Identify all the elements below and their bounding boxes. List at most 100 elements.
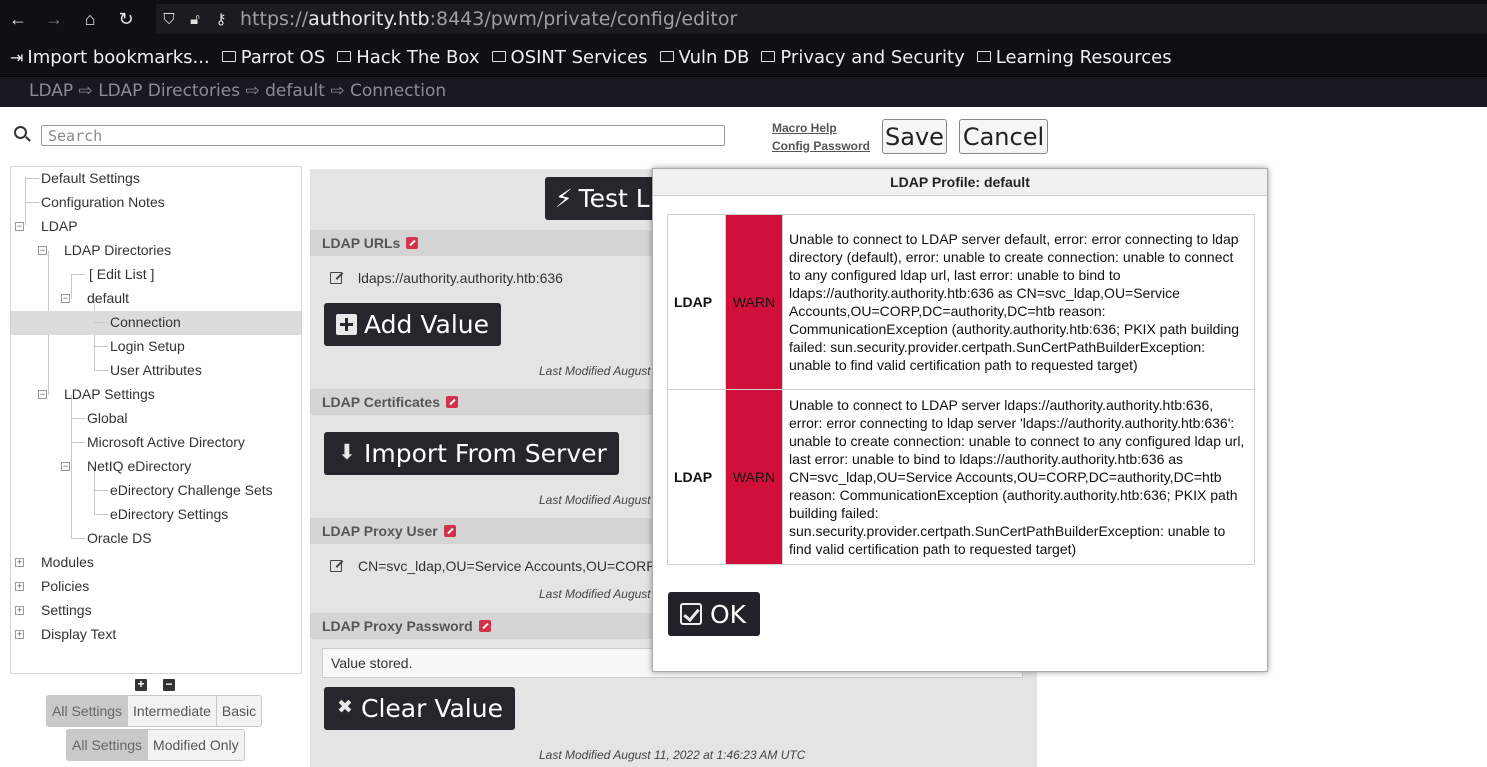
folder-icon (976, 50, 991, 62)
ldap-profile-dialog: LDAP Profile: default LDAP WARN Unable t… (652, 168, 1268, 672)
expand-icon[interactable]: + (15, 606, 24, 615)
modified-icon[interactable] (406, 237, 419, 249)
section-title: LDAP Proxy User (322, 523, 438, 539)
import-from-server-button[interactable]: Import From Server (324, 432, 619, 475)
collapse-icon[interactable]: − (61, 462, 70, 471)
tree-item-configuration-notes[interactable]: Configuration Notes (11, 191, 301, 215)
tree-item-label: NetIQ eDirectory (87, 458, 192, 474)
modified-icon[interactable] (443, 525, 456, 537)
collapse-all-button[interactable]: − (163, 678, 175, 691)
page-header: LDAP ⇨ LDAP Directories ⇨ default ⇨ Conn… (0, 76, 1487, 107)
tree-expand-controls: + − (135, 678, 175, 691)
collapse-icon[interactable]: − (38, 390, 47, 399)
collapse-icon[interactable]: − (38, 246, 47, 255)
tree-item-connection[interactable]: Connection (11, 311, 301, 335)
config-password-link[interactable]: Config Password (772, 139, 870, 153)
edit-icon[interactable] (330, 560, 342, 572)
search-input[interactable] (41, 125, 725, 146)
bookmark-label: Privacy and Security (780, 46, 965, 68)
browser-toolbar: ← → ⌂ ↻ ⛉ 🔓︎ ⚷ https://authority.htb:844… (0, 0, 1487, 38)
bookmark-import[interactable]: ⇥ Import bookmarks... (10, 47, 210, 68)
bookmark-learning-resources[interactable]: Learning Resources (976, 47, 1172, 68)
ldap-url-value[interactable]: ldaps://authority.authority.htb:636 (358, 270, 563, 286)
filter-all-settings-modified[interactable]: All Settings (67, 730, 148, 760)
section-title: LDAP URLs (322, 235, 401, 251)
tree-item-oracle-ds[interactable]: Oracle DS (11, 527, 301, 551)
result-name: LDAP (667, 389, 726, 565)
tree-item-default-settings[interactable]: Default Settings (11, 167, 301, 191)
collapse-icon[interactable]: − (61, 294, 70, 303)
settings-tree: Default Settings Configuration Notes − L… (10, 166, 302, 674)
tree-item-microsoft-ad[interactable]: Microsoft Active Directory (11, 431, 301, 455)
tree-item-ldap-directories[interactable]: − LDAP Directories (11, 239, 301, 263)
tree-item-label: Microsoft Active Directory (87, 434, 245, 450)
tree-item-edit-list[interactable]: [ Edit List ] (11, 263, 301, 287)
tree-item-user-attributes[interactable]: User Attributes (11, 359, 301, 383)
back-arrow-icon[interactable]: ← (0, 0, 36, 38)
edit-icon[interactable] (330, 272, 342, 284)
tree-item-display-text[interactable]: + Display Text (11, 623, 301, 647)
status-badge: WARN (725, 389, 783, 565)
section-title: LDAP Certificates (322, 394, 441, 410)
bookmark-parrot-os[interactable]: Parrot OS (221, 47, 325, 68)
folder-icon (761, 50, 776, 62)
reload-icon[interactable]: ↻ (108, 0, 144, 38)
tree-item-modules[interactable]: + Modules (11, 551, 301, 575)
tree-item-label: Modules (41, 554, 94, 570)
url-text[interactable]: https://authority.htb:8443/pwm/private/c… (240, 8, 737, 30)
status-badge: WARN (725, 214, 783, 390)
tree-item-edirectory-settings[interactable]: eDirectory Settings (11, 503, 301, 527)
expand-icon[interactable]: + (15, 558, 24, 567)
address-bar[interactable]: ⛉ 🔓︎ ⚷ https://authority.htb:8443/pwm/pr… (156, 4, 1487, 34)
tree-item-settings[interactable]: + Settings (11, 599, 301, 623)
modified-filter: All Settings Modified Only (66, 729, 245, 761)
clear-value-button[interactable]: Clear Value (324, 687, 515, 730)
tree-item-policies[interactable]: + Policies (11, 575, 301, 599)
add-value-label: Add Value (364, 310, 489, 339)
macro-help-link[interactable]: Macro Help (772, 121, 837, 135)
tree-item-netiq-edirectory[interactable]: − NetIQ eDirectory (11, 455, 301, 479)
filter-basic[interactable]: Basic (215, 696, 261, 726)
results-table: LDAP WARN Unable to connect to LDAP serv… (667, 214, 1255, 565)
modified-icon[interactable] (446, 396, 459, 408)
tree-item-ldap[interactable]: − LDAP (11, 215, 301, 239)
modified-icon[interactable] (478, 620, 491, 632)
bookmark-privacy-security[interactable]: Privacy and Security (761, 46, 965, 68)
filter-modified-only[interactable]: Modified Only (147, 730, 244, 760)
table-row: LDAP WARN Unable to connect to LDAP serv… (667, 214, 1255, 390)
bookmark-label: Vuln DB (678, 46, 750, 68)
tree-item-global[interactable]: Global (11, 407, 301, 431)
home-icon[interactable]: ⌂ (72, 0, 108, 38)
ok-button[interactable]: OK (668, 592, 760, 636)
add-value-button[interactable]: Add Value (324, 303, 501, 346)
expand-icon[interactable]: + (15, 630, 24, 639)
close-icon (336, 696, 354, 719)
tree-item-label: Oracle DS (87, 530, 152, 546)
lock-warning-icon[interactable]: 🔓︎ (182, 11, 208, 28)
tree-item-default-profile[interactable]: − default (11, 287, 301, 311)
cancel-button[interactable]: Cancel (959, 119, 1048, 154)
bookmark-hack-the-box[interactable]: Hack The Box (337, 47, 480, 68)
lightning-icon: ⚡︎ (555, 184, 573, 213)
expand-icon[interactable]: + (15, 582, 24, 591)
filter-intermediate[interactable]: Intermediate (127, 696, 216, 726)
tree-item-edirectory-challenge-sets[interactable]: eDirectory Challenge Sets (11, 479, 301, 503)
collapse-icon[interactable]: − (15, 222, 24, 231)
search-icon (14, 126, 27, 139)
tree-item-label: Settings (41, 602, 92, 618)
filter-all-settings[interactable]: All Settings (47, 696, 128, 726)
tree-item-label: default (87, 290, 130, 306)
result-name: LDAP (667, 214, 726, 390)
result-message: Unable to connect to LDAP server default… (782, 214, 1255, 390)
shield-icon[interactable]: ⛉ (156, 11, 182, 28)
bookmark-osint-services[interactable]: OSINT Services (491, 47, 648, 68)
bookmark-vuln-db[interactable]: Vuln DB (659, 46, 750, 68)
save-button[interactable]: Save (882, 119, 947, 154)
key-icon[interactable]: ⚷ (208, 10, 234, 28)
tree-item-login-setup[interactable]: Login Setup (11, 335, 301, 359)
tree-item-ldap-settings[interactable]: − LDAP Settings (11, 383, 301, 407)
expand-all-button[interactable]: + (135, 678, 147, 691)
forward-arrow-icon[interactable]: → (36, 0, 72, 38)
tree-item-label: Configuration Notes (41, 194, 165, 210)
tree-item-label: User Attributes (110, 362, 202, 378)
